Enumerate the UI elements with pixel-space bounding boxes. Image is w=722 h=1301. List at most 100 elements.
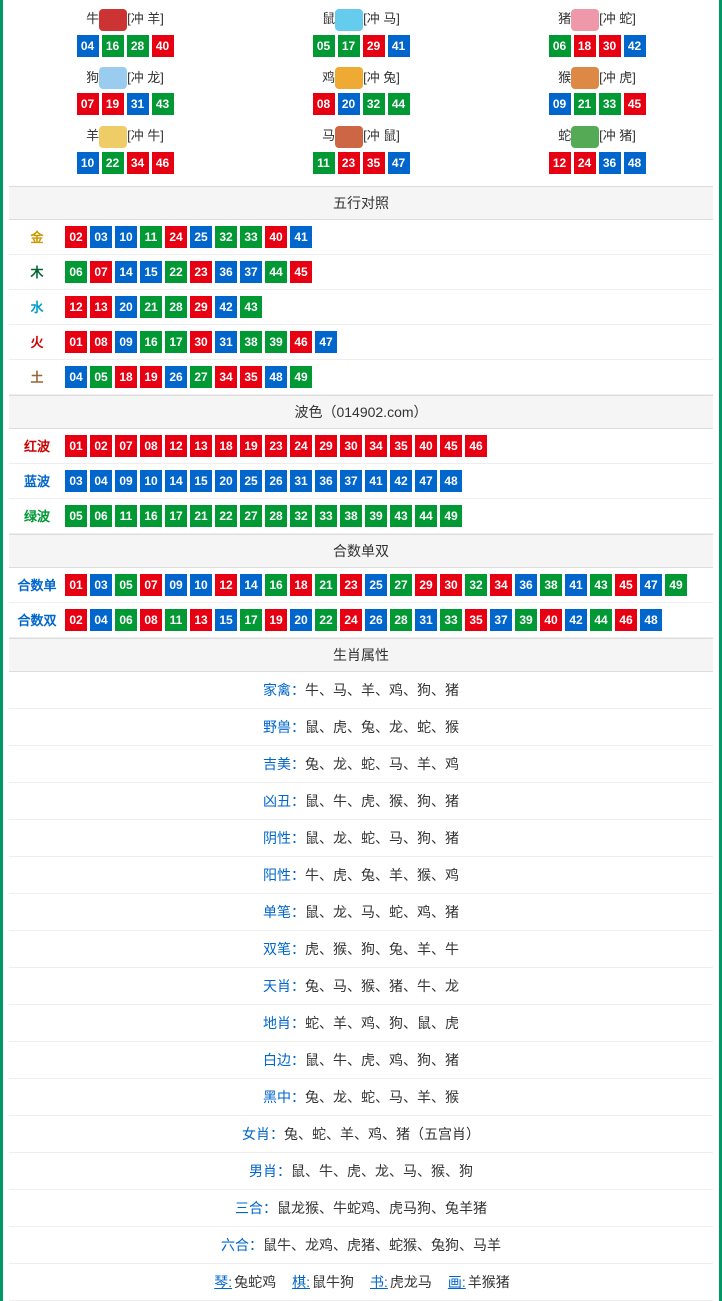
number-ball: 06 [65,261,87,283]
zodiac-name: 猴 [558,70,571,85]
attr-label: 地肖： [263,1015,305,1031]
number-ball: 21 [574,93,596,115]
attr-row: 双笔：虎、猴、狗、兔、羊、牛 [9,931,713,968]
four-arts-value: 羊猴猪 [468,1274,510,1290]
four-arts-row: 琴:兔蛇鸡 棋:鼠牛狗 书:虎龙马 画:羊猴猪 [9,1264,713,1301]
number-ball: 03 [65,470,87,492]
number-ball: 29 [315,435,337,457]
number-ball: 32 [290,505,312,527]
bose-nums: 03040910141520252631363741424748 [65,470,462,492]
number-ball: 34 [365,435,387,457]
zodiac-cell: 鼠[冲 马]05172941 [245,4,477,61]
number-ball: 19 [102,93,124,115]
bose-row: 红波0102070812131819232429303435404546 [9,429,713,464]
number-ball: 25 [190,226,212,248]
number-ball: 24 [290,435,312,457]
number-ball: 44 [388,93,410,115]
attr-row: 男肖：鼠、牛、虎、龙、马、猴、狗 [9,1153,713,1190]
number-ball: 40 [540,609,562,631]
four-arts-key: 棋: [292,1274,310,1290]
number-ball: 49 [440,505,462,527]
number-ball: 02 [90,435,112,457]
number-ball: 23 [338,152,360,174]
zodiac-nums: 04162840 [9,35,241,57]
number-ball: 36 [515,574,537,596]
zodiac-clash: [冲 猪] [599,128,636,143]
number-ball: 27 [240,505,262,527]
number-ball: 10 [140,470,162,492]
attr-value: 蛇、羊、鸡、狗、鼠、虎 [305,1015,459,1031]
number-ball: 18 [290,574,312,596]
number-ball: 35 [465,609,487,631]
number-ball: 19 [240,435,262,457]
number-ball: 38 [340,505,362,527]
number-ball: 14 [240,574,262,596]
zodiac-clash: [冲 兔] [363,70,400,85]
number-ball: 28 [265,505,287,527]
number-ball: 12 [549,152,571,174]
attr-value: 鼠、虎、兔、龙、蛇、猴 [305,719,459,735]
zodiac-name: 蛇 [558,128,571,143]
zodiac-clash: [冲 羊] [127,11,164,26]
zodiac-nums: 12243648 [481,152,713,174]
zodiac-title: 蛇 [冲 猪] [481,125,713,148]
attr-row: 家禽：牛、马、羊、鸡、狗、猪 [9,672,713,709]
heshu-row: 合数双0204060811131517192022242628313335373… [9,603,713,638]
number-ball: 16 [140,505,162,527]
number-ball: 40 [152,35,174,57]
number-ball: 41 [290,226,312,248]
attr-value: 鼠、牛、虎、龙、马、猴、狗 [291,1163,473,1179]
number-ball: 32 [363,93,385,115]
zodiac-nums: 11233547 [245,152,477,174]
number-ball: 05 [65,505,87,527]
number-ball: 31 [415,609,437,631]
wuxing-row: 水1213202128294243 [9,290,713,325]
number-ball: 43 [240,296,262,318]
zodiac-name: 牛 [86,11,99,26]
attr-value: 牛、虎、兔、羊、猴、鸡 [305,867,459,883]
number-ball: 31 [290,470,312,492]
number-ball: 04 [90,609,112,631]
number-ball: 30 [599,35,621,57]
number-ball: 10 [190,574,212,596]
zodiac-name: 鸡 [322,70,335,85]
four-arts-key: 画: [448,1274,466,1290]
number-ball: 33 [440,609,462,631]
zodiac-cell: 羊[冲 牛]10223446 [9,121,241,178]
number-ball: 02 [65,609,87,631]
number-ball: 39 [515,609,537,631]
number-ball: 22 [165,261,187,283]
number-ball: 18 [215,435,237,457]
number-ball: 44 [590,609,612,631]
number-ball: 21 [190,505,212,527]
number-ball: 38 [540,574,562,596]
number-ball: 46 [615,609,637,631]
number-ball: 39 [365,505,387,527]
attr-label: 阴性： [263,830,305,846]
number-ball: 17 [165,331,187,353]
number-ball: 08 [140,435,162,457]
number-ball: 04 [90,470,112,492]
attr-row: 黑中：兔、龙、蛇、马、羊、猴 [9,1079,713,1116]
zodiac-icon [99,9,127,31]
wuxing-nums: 0108091617303138394647 [65,331,337,353]
number-ball: 47 [388,152,410,174]
attr-row: 地肖：蛇、羊、鸡、狗、鼠、虎 [9,1005,713,1042]
number-ball: 31 [127,93,149,115]
number-ball: 25 [365,574,387,596]
number-ball: 47 [640,574,662,596]
number-ball: 23 [340,574,362,596]
number-ball: 35 [240,366,262,388]
number-ball: 42 [390,470,412,492]
number-ball: 46 [290,331,312,353]
number-ball: 19 [265,609,287,631]
number-ball: 15 [140,261,162,283]
number-ball: 17 [240,609,262,631]
number-ball: 39 [265,331,287,353]
number-ball: 10 [77,152,99,174]
number-ball: 29 [190,296,212,318]
attr-row: 白边：鼠、牛、虎、鸡、狗、猪 [9,1042,713,1079]
number-ball: 22 [102,152,124,174]
number-ball: 22 [215,505,237,527]
number-ball: 07 [90,261,112,283]
